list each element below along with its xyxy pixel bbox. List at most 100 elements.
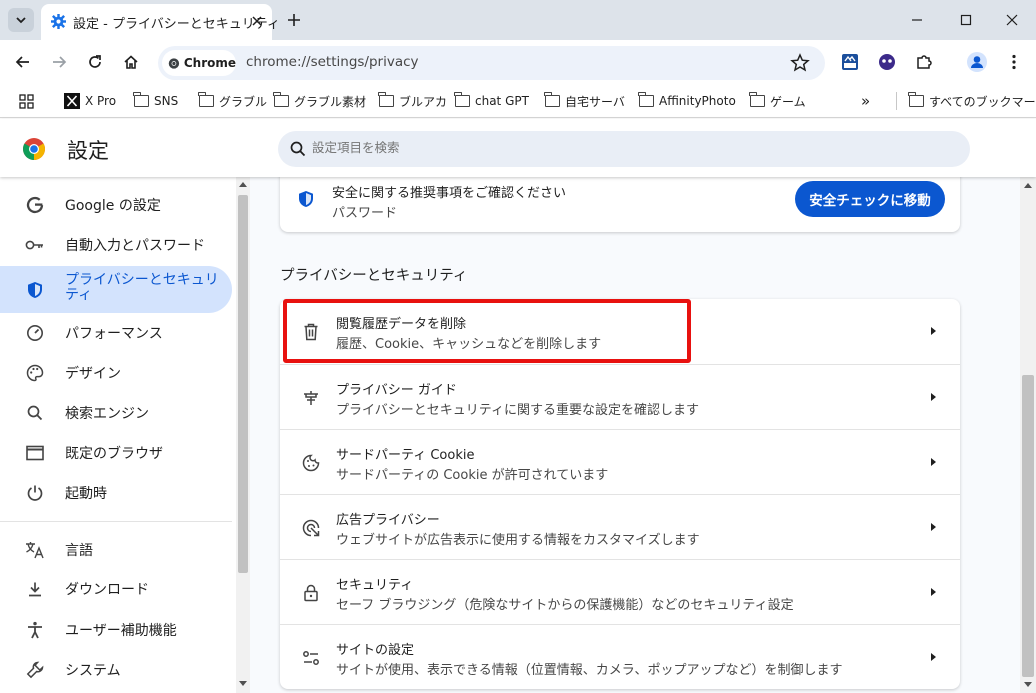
settings-search-box[interactable]	[278, 131, 970, 167]
go-to-safety-check-button[interactable]: 安全チェックに移動	[795, 181, 945, 217]
sidebar-item-label: 既定のブラウザ	[65, 446, 163, 462]
sidebar-scrollbar[interactable]	[236, 177, 250, 693]
profile-button[interactable]	[965, 50, 989, 74]
site-info-chip[interactable]: Chrome	[162, 50, 236, 76]
sidebar-item-label: 言語	[65, 543, 93, 559]
close-icon	[1006, 14, 1018, 26]
palette-icon	[25, 363, 45, 383]
settings-main: 安全に関する推奨事項をご確認ください パスワード 安全チェックに移動 プライバシ…	[250, 177, 1020, 693]
bookmark-label: ゲーム	[770, 94, 806, 109]
sidebar-scrollbar-thumb[interactable]	[238, 195, 248, 573]
folder-icon	[378, 92, 394, 107]
folder-icon	[908, 92, 924, 107]
all-bookmarks-button[interactable]: すべてのブックマーク	[896, 92, 1036, 110]
maximize-button[interactable]	[954, 8, 978, 32]
double-chevron-icon: »	[861, 92, 871, 110]
mask-extension-icon	[879, 54, 895, 70]
sidebar: Google の設定 自動入力とパスワード プライバシーとセキュリティ パフォー…	[0, 177, 236, 693]
puzzle-icon	[917, 55, 932, 69]
site-settings-row[interactable]: サイトの設定 サイトが使用、表示できる情報（位置情報、カメラ、ポップアップなど）…	[280, 624, 960, 689]
bookmarks-overflow-button[interactable]: »	[861, 92, 870, 110]
chevron-right-icon	[931, 327, 936, 335]
tab-close-button[interactable]	[248, 12, 266, 30]
sidebar-item-downloads[interactable]: ダウンロード	[0, 569, 232, 609]
sidebar-item-appearance[interactable]: デザイン	[0, 353, 232, 393]
bookmark-folder-game[interactable]: ゲーム	[749, 92, 806, 110]
back-button[interactable]	[11, 50, 35, 74]
extensions-button[interactable]	[912, 50, 936, 74]
sidebar-item-default-browser[interactable]: 既定のブラウザ	[0, 433, 232, 473]
maximize-icon	[960, 14, 972, 26]
google-icon	[25, 195, 45, 215]
row-title: 広告プライバシー	[336, 513, 440, 528]
main-scrollbar-thumb[interactable]	[1022, 375, 1034, 677]
settings-header: 設定	[0, 119, 1036, 177]
page-title: 設定	[67, 139, 109, 163]
scroll-down-icon	[1024, 682, 1032, 687]
row-subtitle: ウェブサイトが広告表示に使用する情報をカスタマイズします	[336, 533, 700, 548]
sidebar-item-google[interactable]: Google の設定	[0, 185, 232, 225]
security-row[interactable]: セキュリティ セーフ ブラウジング（危険なサイトからの保護機能）などのセキュリテ…	[280, 559, 960, 624]
third-party-cookies-row[interactable]: サードパーティ Cookie サードパーティの Cookie が許可されています	[280, 429, 960, 494]
bookmark-folder-granblue-assets[interactable]: グラブル素材	[273, 92, 367, 110]
apps-button[interactable]	[19, 92, 34, 110]
highlight-annotation-box	[283, 299, 691, 363]
row-title: サードパーティ Cookie	[336, 448, 475, 463]
star-icon[interactable]	[790, 53, 810, 73]
settings-gear-icon	[51, 14, 66, 29]
sidebar-item-performance[interactable]: パフォーマンス	[0, 313, 232, 353]
sidebar-item-autofill[interactable]: 自動入力とパスワード	[0, 225, 232, 265]
reload-button[interactable]	[83, 50, 107, 74]
sidebar-item-privacy[interactable]: プライバシーとセキュリティ	[0, 266, 232, 313]
bookmark-folder-affinityphoto[interactable]: AffinityPhoto	[638, 92, 736, 110]
sidebar-item-label: Google の設定	[65, 198, 161, 214]
folder-icon	[544, 92, 560, 107]
chrome-logo-icon	[23, 138, 45, 160]
minimize-button[interactable]	[905, 8, 929, 32]
bookmark-label: グラブル	[219, 94, 268, 109]
close-window-button[interactable]	[1000, 8, 1024, 32]
bookmark-folder-sns[interactable]: SNS	[133, 92, 179, 110]
avif-extension-button[interactable]	[838, 50, 862, 74]
active-tab[interactable]: 設定 - プライバシーとセキュリティ	[41, 4, 280, 40]
forward-button[interactable]	[47, 50, 71, 74]
more-vertical-icon	[1012, 54, 1016, 70]
search-input[interactable]	[312, 140, 932, 155]
tab-search-button[interactable]	[8, 8, 34, 32]
home-button[interactable]	[119, 50, 143, 74]
sidebar-item-search-engine[interactable]: 検索エンジン	[0, 393, 232, 433]
safety-check-message: 安全に関する推奨事項をご確認ください	[332, 186, 567, 201]
close-icon	[252, 16, 262, 26]
minimize-icon	[912, 19, 922, 21]
mask-extension-button[interactable]	[875, 50, 899, 74]
key-icon	[25, 235, 45, 255]
bookmark-folder-chat-gpt[interactable]: chat GPT	[454, 92, 529, 110]
sidebar-item-label: 起動時	[65, 486, 107, 502]
bookmark-folder-home-server[interactable]: 自宅サーバ	[544, 92, 625, 110]
shield-icon	[25, 280, 45, 300]
privacy-guide-row[interactable]: プライバシー ガイド プライバシーとセキュリティに関する重要な設定を確認します	[280, 364, 960, 429]
sidebar-item-label: デザイン	[65, 366, 121, 382]
bookmark-folder-granblue[interactable]: グラブル	[198, 92, 268, 110]
folder-icon	[638, 92, 654, 107]
sidebar-item-on-startup[interactable]: 起動時	[0, 473, 232, 513]
sidebar-item-system[interactable]: システム	[0, 650, 232, 690]
bookmark-folder-bluearchive[interactable]: ブルアカ	[378, 92, 447, 110]
sidebar-item-languages[interactable]: 言語	[0, 530, 232, 570]
address-bar[interactable]: Chrome chrome://settings/privacy	[158, 46, 825, 80]
translate-icon	[25, 540, 45, 560]
chrome-menu-button[interactable]	[1002, 50, 1026, 74]
chevron-right-icon	[931, 458, 936, 466]
sidebar-item-accessibility[interactable]: ユーザー補助機能	[0, 610, 232, 650]
chevron-right-icon	[931, 588, 936, 596]
ad-privacy-row[interactable]: 広告プライバシー ウェブサイトが広告表示に使用する情報をカスタマイズします	[280, 494, 960, 559]
main-scrollbar[interactable]	[1020, 177, 1036, 693]
bookmark-label: AffinityPhoto	[659, 94, 736, 108]
bookmark-label: SNS	[154, 94, 179, 108]
bookmark-label: グラブル素材	[294, 94, 367, 109]
search-icon	[25, 403, 45, 423]
new-tab-button[interactable]	[283, 9, 305, 31]
lock-icon	[300, 582, 322, 604]
bookmark-x-pro[interactable]: X Pro	[64, 92, 116, 110]
url-text[interactable]: chrome://settings/privacy	[246, 54, 419, 70]
